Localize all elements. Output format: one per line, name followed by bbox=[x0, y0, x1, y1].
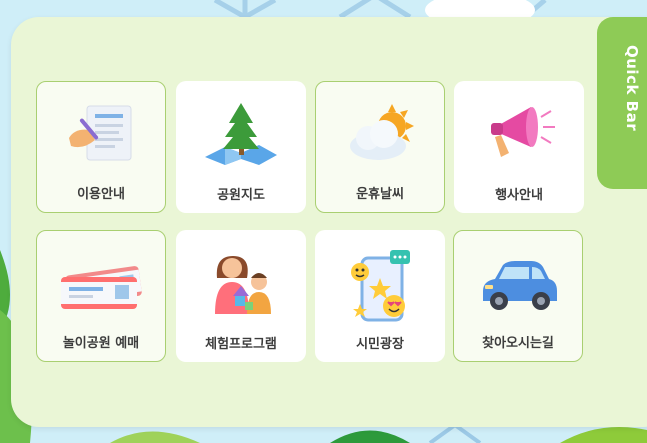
quick-menu-item-guide[interactable]: 이용안내 bbox=[36, 81, 166, 213]
quick-menu-label: 체험프로그램 bbox=[205, 337, 277, 352]
quick-menu-grid: 이용안내 공원지도 운휴날씨 행사안내 놀이공원 예매 체험프로그램 시민광장 … bbox=[36, 81, 596, 365]
car-icon bbox=[454, 231, 582, 331]
quick-menu-item-events[interactable]: 행사안내 bbox=[454, 81, 584, 213]
quick-menu-item-amusement-ticket[interactable]: 놀이공원 예매 bbox=[36, 230, 166, 362]
quick-bar-label: Quick Bar bbox=[623, 45, 641, 132]
megaphone-icon bbox=[454, 81, 584, 181]
quick-menu-item-citizen-plaza[interactable]: 시민광장 bbox=[315, 230, 445, 362]
quick-menu-item-experience-program[interactable]: 체험프로그램 bbox=[176, 230, 306, 362]
family-program-icon bbox=[176, 230, 306, 330]
quick-bar-tab[interactable]: Quick Bar bbox=[597, 17, 647, 189]
quick-menu-label: 행사안내 bbox=[495, 188, 543, 203]
quick-menu-label: 이용안내 bbox=[77, 187, 125, 202]
ticket-icon bbox=[37, 231, 165, 331]
quick-menu-label: 놀이공원 예매 bbox=[62, 336, 140, 351]
park-map-icon bbox=[176, 81, 306, 181]
quick-menu-item-directions[interactable]: 찾아오시는길 bbox=[453, 230, 583, 362]
document-pen-icon bbox=[37, 82, 165, 182]
quick-menu-item-weather[interactable]: 운휴날씨 bbox=[315, 81, 445, 213]
weather-icon bbox=[316, 82, 444, 182]
quick-menu-label: 공원지도 bbox=[217, 188, 265, 203]
quick-menu-label: 시민광장 bbox=[356, 337, 404, 352]
quick-menu-label: 운휴날씨 bbox=[356, 187, 404, 202]
quick-menu-item-park-map[interactable]: 공원지도 bbox=[176, 81, 306, 213]
social-chat-icon bbox=[315, 230, 445, 330]
quick-menu-label: 찾아오시는길 bbox=[482, 336, 554, 351]
